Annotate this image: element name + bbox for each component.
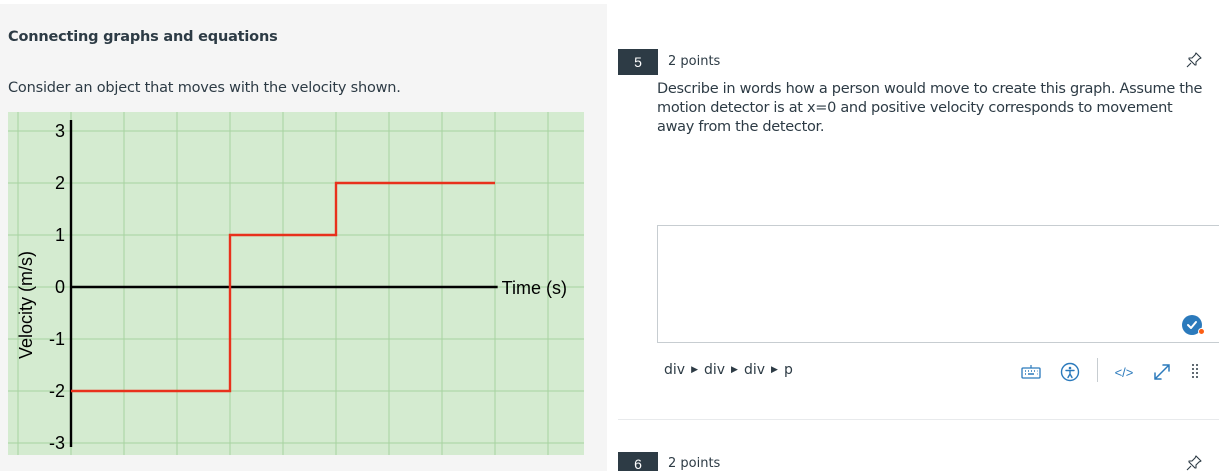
breadcrumb-arrow-icon: ▶ [771, 365, 778, 375]
toolbar-divider [1097, 358, 1098, 382]
editor-breadcrumb: div ▶ div ▶ div ▶ p [664, 362, 793, 378]
y-tick-label: -2 [49, 381, 65, 401]
y-tick-label: 1 [55, 225, 65, 245]
y-tick-label: -1 [49, 329, 65, 349]
breadcrumb-arrow-icon: ▶ [731, 365, 738, 375]
breadcrumb-item[interactable]: div [664, 362, 685, 378]
breadcrumb-item[interactable]: p [784, 362, 793, 378]
keyboard-icon[interactable] [1020, 362, 1042, 382]
breadcrumb-item[interactable]: div [744, 362, 765, 378]
question-points: 2 points [668, 54, 721, 69]
question-number-badge: 6 [618, 452, 658, 471]
y-tick-label: -3 [49, 433, 65, 453]
velocity-chart-svg: 3 2 1 0 -1 -2 -3 Time (s) Velocity (m/s) [8, 112, 584, 455]
question-points: 2 points [668, 456, 721, 471]
x-axis-label: Time (s) [502, 278, 567, 298]
y-axis-label: Velocity (m/s) [16, 251, 36, 359]
velocity-graph: 3 2 1 0 -1 -2 -3 Time (s) Velocity (m/s) [8, 112, 584, 455]
drag-handle-icon[interactable] [1188, 362, 1202, 382]
spellcheck-badge-icon[interactable] [1182, 315, 1205, 335]
y-tick-label: 3 [55, 121, 65, 141]
html-editor-icon[interactable]: </> [1110, 362, 1138, 382]
stimulus-prompt: Consider an object that moves with the v… [8, 80, 401, 96]
breadcrumb-arrow-icon: ▶ [691, 365, 698, 375]
question-number-badge: 5 [618, 49, 658, 75]
notification-dot [1198, 328, 1205, 335]
answer-textarea[interactable] [657, 225, 1219, 343]
chart-background [8, 112, 584, 455]
pin-icon[interactable] [1186, 52, 1202, 68]
y-tick-label: 0 [55, 277, 65, 297]
question-text: Describe in words how a person would mov… [657, 81, 1203, 135]
pin-icon[interactable] [1186, 455, 1202, 471]
section-title: Connecting graphs and equations [8, 29, 278, 45]
y-tick-label: 2 [55, 173, 65, 193]
question-separator [618, 419, 1219, 420]
accessibility-icon[interactable] [1059, 362, 1081, 382]
breadcrumb-item[interactable]: div [704, 362, 725, 378]
question-stimulus-panel: Connecting graphs and equations Consider… [0, 4, 607, 471]
expand-icon[interactable] [1150, 362, 1174, 382]
